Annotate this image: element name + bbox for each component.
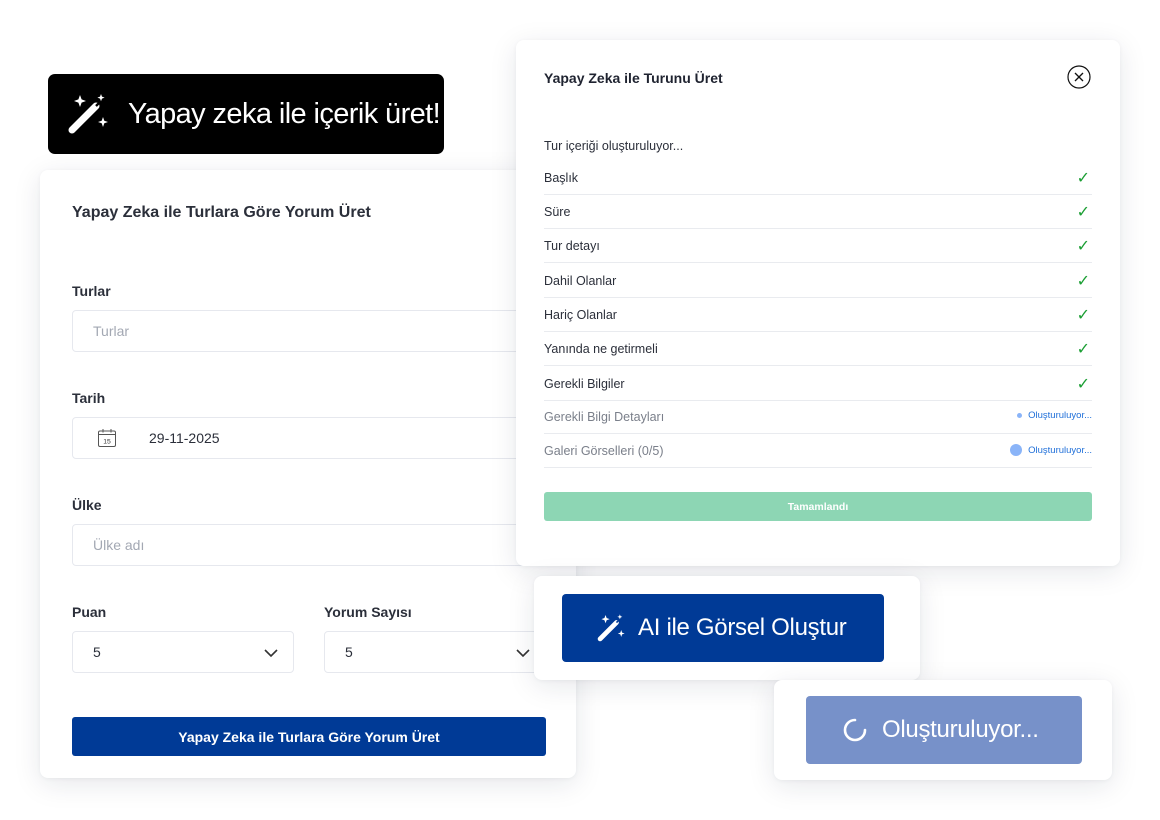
step-row: Başlık ✓ [544,161,1092,195]
review-form-card: Yapay Zeka ile Turlara Göre Yorum Üret T… [40,170,576,778]
check-icon: ✓ [1076,376,1090,393]
loading-label: Oluşturuluyor... [882,716,1039,743]
step-row: Tur detayı ✓ [544,229,1092,263]
calendar-day: 15 [103,438,111,445]
magic-wand-icon [597,614,625,642]
step-label: Hariç Olanlar [544,307,617,322]
step-label: Yanında ne getirmeli [544,341,658,356]
country-placeholder: Ülke adı [93,537,145,553]
step-label: Gerekli Bilgiler [544,376,625,391]
loading-card: Oluşturuluyor... [774,680,1112,780]
generate-reviews-button[interactable]: Yapay Zeka ile Turlara Göre Yorum Üret [72,717,546,756]
date-label: Tarih [72,390,106,406]
step-label: Gerekli Bilgi Detayları [544,409,665,424]
check-icon: ✓ [1076,307,1090,324]
generate-image-card: AI ile Görsel Oluştur [534,576,920,680]
step-row: Gerekli Bilgiler ✓ [544,367,1092,401]
tours-placeholder: Turlar [93,323,130,339]
modal-title: Yapay Zeka ile Turunu Üret [544,70,723,86]
step-row-pending: Galeri Görselleri (0/5) Oluşturuluyor... [544,434,1092,468]
magic-wand-icon [68,94,108,134]
step-row: Hariç Olanlar ✓ [544,298,1092,332]
check-icon: ✓ [1076,273,1090,290]
date-value: 29-11-2025 [149,430,220,446]
step-status: Oluşturuluyor... [1010,444,1092,456]
step-label: Tur detayı [544,238,600,253]
step-label: Süre [544,204,571,219]
progress-dot-icon [1017,413,1023,418]
chevron-down-icon [264,649,278,658]
check-icon: ✓ [1076,238,1090,255]
step-label: Dahil Olanlar [544,273,617,288]
rating-select[interactable]: 5 [72,631,294,673]
review-count-label: Yorum Sayısı [324,604,412,620]
close-icon[interactable] [1067,65,1091,89]
rating-value: 5 [93,644,101,660]
modal-subtitle: Tur içeriği oluşturuluyor... [544,139,684,153]
chevron-down-icon [516,649,530,658]
step-status: Oluşturuluyor... [1017,410,1092,421]
completed-button[interactable]: Tamamlandı [544,492,1092,521]
calendar-icon: 15 [98,429,116,447]
check-icon: ✓ [1076,341,1090,358]
step-row: Dahil Olanlar ✓ [544,264,1092,298]
spinner-icon [843,718,867,742]
check-icon: ✓ [1076,170,1090,187]
check-icon: ✓ [1076,204,1090,221]
tour-generation-modal: Yapay Zeka ile Turunu Üret Tur içeriği o… [516,40,1120,566]
country-input[interactable]: Ülke adı [72,524,546,566]
review-count-value: 5 [345,644,353,660]
date-input[interactable]: 15 29-11-2025 [72,417,546,459]
generate-image-label: AI ile Görsel Oluştur [638,614,847,641]
ai-content-label: Yapay zeka ile içerik üret! [128,97,441,130]
step-row-pending: Gerekli Bilgi Detayları Oluşturuluyor... [544,400,1092,434]
rating-label: Puan [72,604,107,620]
ai-content-button[interactable]: Yapay zeka ile içerik üret! [48,74,444,154]
generate-image-button[interactable]: AI ile Görsel Oluştur [562,594,884,662]
tours-input[interactable]: Turlar [72,310,546,352]
step-status-text: Oluşturuluyor... [1028,410,1092,421]
step-label: Galeri Görselleri (0/5) [544,443,664,458]
step-label: Başlık [544,170,579,185]
tours-label: Turlar [72,283,111,299]
step-row: Yanında ne getirmeli ✓ [544,332,1092,366]
step-status-text: Oluşturuluyor... [1028,444,1092,456]
progress-dot-icon [1010,444,1023,456]
review-count-select[interactable]: 5 [324,631,546,673]
review-form-title: Yapay Zeka ile Turlara Göre Yorum Üret [72,204,371,221]
step-row: Süre ✓ [544,195,1092,229]
country-label: Ülke [72,497,102,513]
loading-button[interactable]: Oluşturuluyor... [806,696,1082,764]
